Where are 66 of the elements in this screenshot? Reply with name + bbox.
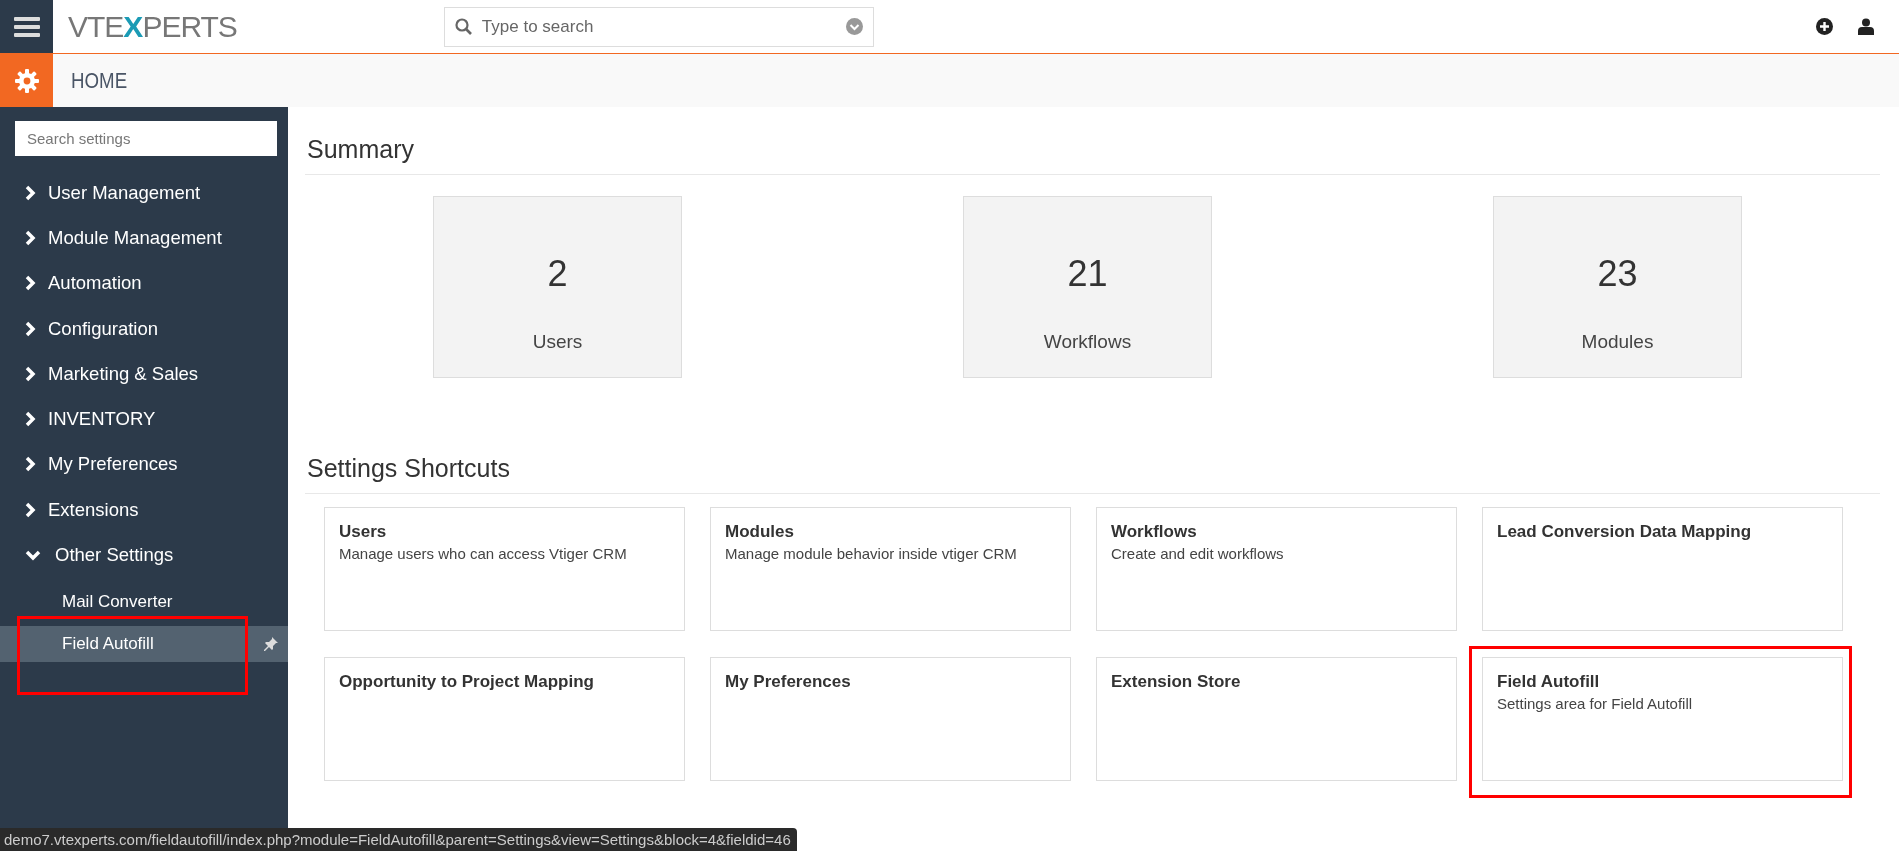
chevron-right-icon (25, 320, 36, 337)
status-url: demo7.vtexperts.com/fieldautofill/index.php?module=FieldAutofill&parent=Settings&view=Settings&block=4&fieldid=46 (0, 828, 797, 851)
section-title: Settings Shortcuts (305, 378, 1880, 494)
summary-label: Workflows (1043, 331, 1132, 353)
summary-card[interactable]: 2 Users (433, 196, 682, 378)
sidebar-category[interactable]: INVENTORY (0, 396, 288, 442)
shortcut-title: Modules (725, 522, 795, 542)
sidebar-category[interactable]: Extensions (0, 487, 288, 533)
sidebar-category[interactable]: My Preferences (0, 441, 288, 488)
summary-count: 2 (547, 253, 568, 295)
chevron-right-icon (25, 275, 36, 292)
shortcut-title: Extension Store (1111, 672, 1242, 692)
sidebar-item[interactable]: Field Autofill (0, 625, 288, 662)
chevron-right-icon (25, 411, 36, 428)
logo: VTEXPERTS (68, 9, 237, 44)
shortcut-title: My Preferences (725, 672, 852, 692)
add-button[interactable] (1816, 18, 1833, 35)
shortcut-card[interactable]: Modules Manage module behavior inside vtiger CRM (710, 507, 1071, 631)
summary-card[interactable]: 23 Modules (1493, 196, 1742, 378)
sidebar-category[interactable]: Marketing & Sales (0, 351, 288, 397)
chevron-down-icon (25, 549, 41, 561)
shortcut-card[interactable]: Opportunity to Project Mapping (324, 657, 685, 781)
sidebar-category[interactable]: Module Management (0, 215, 288, 261)
shortcut-title: Field Autofill (1497, 672, 1601, 692)
menu-button[interactable] (0, 0, 53, 53)
summary-count: 23 (1597, 253, 1638, 295)
shortcut-description: Manage module behavior inside vtiger CRM (725, 545, 1018, 562)
chevron-right-icon (25, 229, 36, 246)
plus-circle-icon (1816, 18, 1833, 35)
page-title: HOME (71, 67, 128, 94)
dropdown-icon[interactable] (845, 18, 863, 35)
settings-search-field[interactable]: Search settings (15, 121, 277, 156)
summary-label: Modules (1581, 331, 1654, 353)
shortcut-description: Settings area for Field Autofill (1497, 695, 1694, 712)
shortcut-title: Lead Conversion Data Mapping (1497, 522, 1753, 542)
shortcut-card[interactable]: Field Autofill Settings area for Field Autofill (1469, 646, 1852, 798)
shortcut-card[interactable]: Extension Store (1096, 657, 1457, 781)
summary-label: Users (532, 331, 583, 353)
settings-icon (14, 68, 39, 93)
section-title: Summary (305, 107, 1880, 175)
shortcut-card[interactable]: Users Manage users who can access Vtiger CRM (324, 507, 685, 631)
shortcut-description: Manage users who can access Vtiger CRM (339, 545, 628, 562)
sidebar-category[interactable]: Other Settings (0, 532, 288, 578)
chevron-right-icon (25, 365, 36, 382)
shortcut-card[interactable]: My Preferences (710, 657, 1071, 781)
shortcut-title: Users (339, 522, 388, 542)
sidebar-category[interactable]: User Management (0, 170, 288, 216)
user-button[interactable] (1858, 18, 1874, 35)
pin-icon[interactable] (264, 636, 278, 651)
chevron-right-icon (25, 456, 36, 473)
sidebar-item[interactable]: Mail Converter (0, 583, 288, 620)
search-icon (454, 18, 472, 35)
menu-icon (13, 15, 40, 38)
chevron-right-icon (25, 184, 36, 201)
shortcut-title: Workflows (1111, 522, 1198, 542)
summary-card[interactable]: 21 Workflows (963, 196, 1212, 378)
shortcut-description: Create and edit workflows (1111, 545, 1285, 562)
chevron-right-icon (25, 501, 36, 518)
user-icon (1858, 18, 1874, 35)
search-field[interactable]: Type to search (443, 6, 874, 47)
sidebar-category[interactable]: Configuration (0, 305, 288, 352)
shortcut-title: Opportunity to Project Mapping (339, 672, 595, 692)
sidebar-category[interactable]: Automation (0, 260, 288, 306)
shortcut-card[interactable]: Workflows Create and edit workflows (1096, 507, 1457, 631)
shortcut-card[interactable]: Lead Conversion Data Mapping (1482, 507, 1843, 631)
summary-count: 21 (1067, 253, 1108, 295)
